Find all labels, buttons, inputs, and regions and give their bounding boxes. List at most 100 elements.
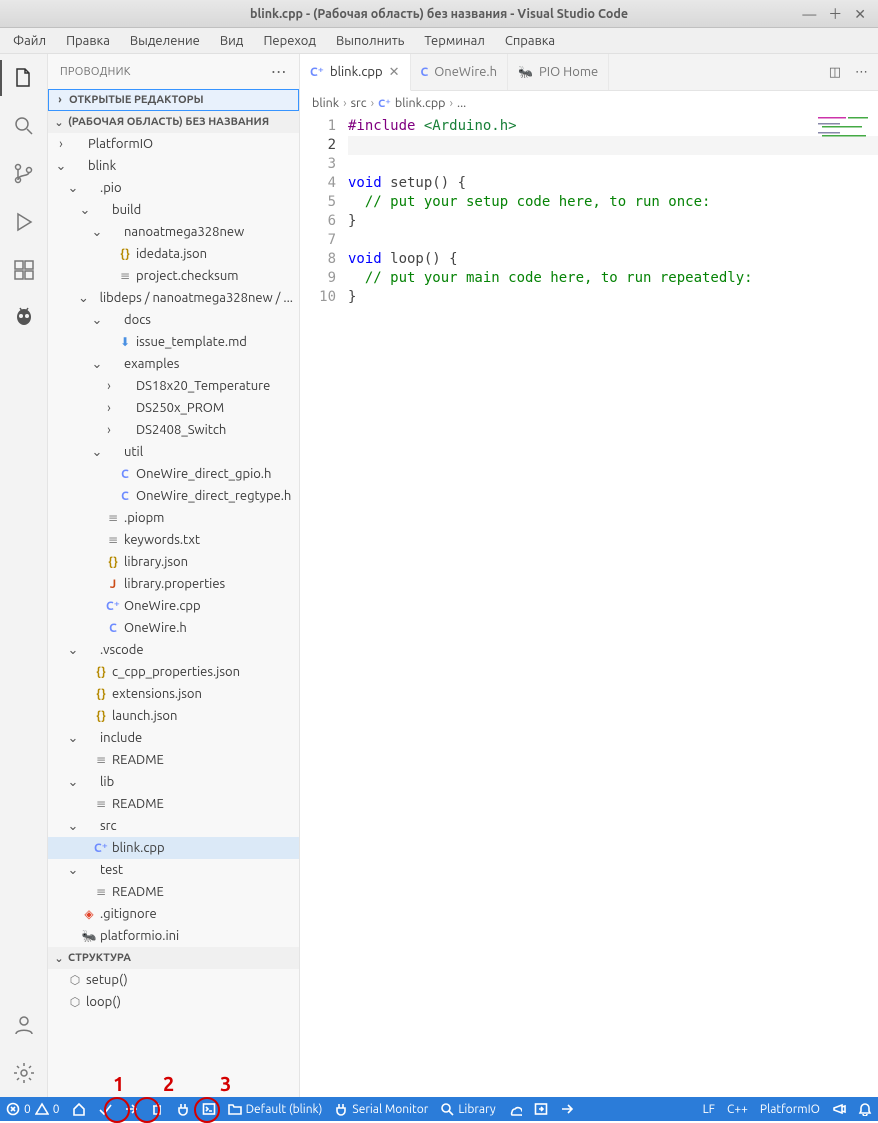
menu-help[interactable]: Справка [496, 31, 564, 51]
tree-item[interactable]: {}launch.json [48, 705, 299, 727]
tree-item[interactable]: ⌄examples [48, 353, 299, 375]
tree-item[interactable]: ⌄src [48, 815, 299, 837]
tab-close-icon[interactable]: ✕ [389, 65, 400, 80]
tab-file-icon: C⁺ [310, 65, 324, 79]
tree-item[interactable]: ›DS18x20_Temperature [48, 375, 299, 397]
minimap[interactable] [818, 115, 878, 145]
tab-file-icon: 🐜 [518, 65, 533, 79]
activity-scm[interactable] [0, 150, 48, 198]
tree-item[interactable]: COneWire_direct_gpio.h [48, 463, 299, 485]
activity-settings[interactable] [0, 1049, 48, 1097]
breadcrumb-seg[interactable]: src [351, 96, 367, 110]
status-problems[interactable]: 0 0 [0, 1097, 66, 1121]
status-home[interactable] [66, 1097, 92, 1121]
menu-go[interactable]: Переход [254, 31, 325, 51]
status-feedback[interactable] [826, 1097, 852, 1121]
tree-item[interactable]: ⌄libdeps / nanoatmega328new / ... [48, 287, 299, 309]
activity-account[interactable] [0, 1001, 48, 1049]
more-actions-icon[interactable]: ⋯ [855, 65, 868, 80]
status-lang[interactable]: C++ [721, 1097, 754, 1121]
activity-platformio[interactable] [0, 294, 48, 342]
editor-tab[interactable]: COneWire.h [411, 54, 509, 90]
activity-run[interactable] [0, 198, 48, 246]
tree-item[interactable]: C⁺OneWire.cpp [48, 595, 299, 617]
split-editor-icon[interactable]: ◫ [829, 65, 841, 80]
outline-item[interactable]: ⬡setup() [48, 969, 299, 991]
tree-item[interactable]: ›PlatformIO [48, 133, 299, 155]
tree-item[interactable]: ⌄util [48, 441, 299, 463]
tree-item[interactable]: ⌄.vscode [48, 639, 299, 661]
tree-item[interactable]: ≡project.checksum [48, 265, 299, 287]
activity-search[interactable] [0, 102, 48, 150]
tree-item[interactable]: {}extensions.json [48, 683, 299, 705]
status-env[interactable]: Default (blink) [222, 1097, 329, 1121]
tree-item-label: include [100, 731, 142, 745]
tree-item[interactable]: COneWire.h [48, 617, 299, 639]
chevron-right-icon: › [53, 94, 67, 106]
tree-item[interactable]: {}idedata.json [48, 243, 299, 265]
code-editor[interactable]: 1 2 3 4 5 6 7 8 9 10 #include <Arduino.h… [300, 115, 878, 1097]
tree-item[interactable]: ⌄blink [48, 155, 299, 177]
tree-item[interactable]: ⌄test [48, 859, 299, 881]
outline-label: СТРУКТУРА [68, 952, 131, 964]
tree-item[interactable]: ⌄.pio [48, 177, 299, 199]
breadcrumb[interactable]: blink› src› C⁺ blink.cpp› ... [300, 91, 878, 115]
file-type-icon: ◈ [80, 907, 98, 921]
menu-terminal[interactable]: Терминал [415, 31, 493, 51]
breadcrumb-seg[interactable]: blink.cpp [395, 96, 446, 110]
tree-item[interactable]: Jlibrary.properties [48, 573, 299, 595]
tree-item[interactable]: ⌄build [48, 199, 299, 221]
menu-edit[interactable]: Правка [57, 31, 119, 51]
menu-file[interactable]: Файл [4, 31, 55, 51]
section-outline[interactable]: ⌄ СТРУКТУРА [48, 947, 299, 969]
tree-item[interactable]: ⌄nanoatmega328new [48, 221, 299, 243]
status-send[interactable] [528, 1097, 554, 1121]
maximize-icon[interactable]: ＋ [828, 4, 842, 24]
outline-item[interactable]: ⬡loop() [48, 991, 299, 1013]
tree-item[interactable]: ≡.piopm [48, 507, 299, 529]
status-eol[interactable]: LF [697, 1097, 721, 1121]
activity-explorer[interactable] [0, 54, 48, 102]
file-type-icon: ⬇ [116, 335, 134, 349]
tree-item[interactable]: ⌄lib [48, 771, 299, 793]
tree-item[interactable]: ⌄include [48, 727, 299, 749]
tree-item[interactable]: COneWire_direct_regtype.h [48, 485, 299, 507]
breadcrumb-seg[interactable]: ... [457, 96, 466, 110]
editor-tab[interactable]: 🐜PIO Home [508, 54, 609, 90]
menu-view[interactable]: Вид [211, 31, 253, 51]
tree-item-label: launch.json [112, 709, 177, 723]
tree-item-label: extensions.json [112, 687, 202, 701]
status-library[interactable]: Library [434, 1097, 501, 1121]
tree-item[interactable]: ›DS2408_Switch [48, 419, 299, 441]
tree-item[interactable]: ⬇issue_template.md [48, 331, 299, 353]
tree-item[interactable]: ◈.gitignore [48, 903, 299, 925]
sidebar-more-icon[interactable]: ⋯ [271, 62, 287, 81]
status-serial-plug[interactable] [170, 1097, 196, 1121]
code-content[interactable]: #include <Arduino.h> void setup() { // p… [348, 115, 878, 1097]
tree-item[interactable]: ≡keywords.txt [48, 529, 299, 551]
tree-item[interactable]: 🐜platformio.ini [48, 925, 299, 947]
status-bell[interactable] [852, 1097, 878, 1121]
status-pio[interactable]: PlatformIO [754, 1097, 826, 1121]
breadcrumb-seg[interactable]: blink [312, 96, 339, 110]
tree-item[interactable]: {}c_cpp_properties.json [48, 661, 299, 683]
tree-item[interactable]: ›DS250x_PROM [48, 397, 299, 419]
minimize-icon[interactable]: — [802, 6, 816, 22]
tree-item[interactable]: {}library.json [48, 551, 299, 573]
tree-item[interactable]: ⌄docs [48, 309, 299, 331]
status-cloud[interactable] [502, 1097, 528, 1121]
close-icon[interactable]: ✕ [854, 6, 866, 23]
editor-tab[interactable]: C⁺blink.cpp✕ [300, 54, 411, 91]
activity-extensions[interactable] [0, 246, 48, 294]
status-next[interactable] [554, 1097, 580, 1121]
tree-item[interactable]: ≡README [48, 749, 299, 771]
tree-item[interactable]: ≡README [48, 793, 299, 815]
menu-run[interactable]: Выполнить [327, 31, 413, 51]
menu-selection[interactable]: Выделение [121, 31, 209, 51]
section-workspace[interactable]: ⌄ (РАБОЧАЯ ОБЛАСТЬ) БЕЗ НАЗВАНИЯ [48, 111, 299, 133]
section-open-editors[interactable]: › ОТКРЫТЫЕ РЕДАКТОРЫ [48, 89, 299, 111]
tree-item[interactable]: ≡README [48, 881, 299, 903]
tree-item[interactable]: C⁺blink.cpp [48, 837, 299, 859]
status-serial-monitor[interactable]: Serial Monitor [328, 1097, 434, 1121]
activity-bar [0, 54, 48, 1097]
